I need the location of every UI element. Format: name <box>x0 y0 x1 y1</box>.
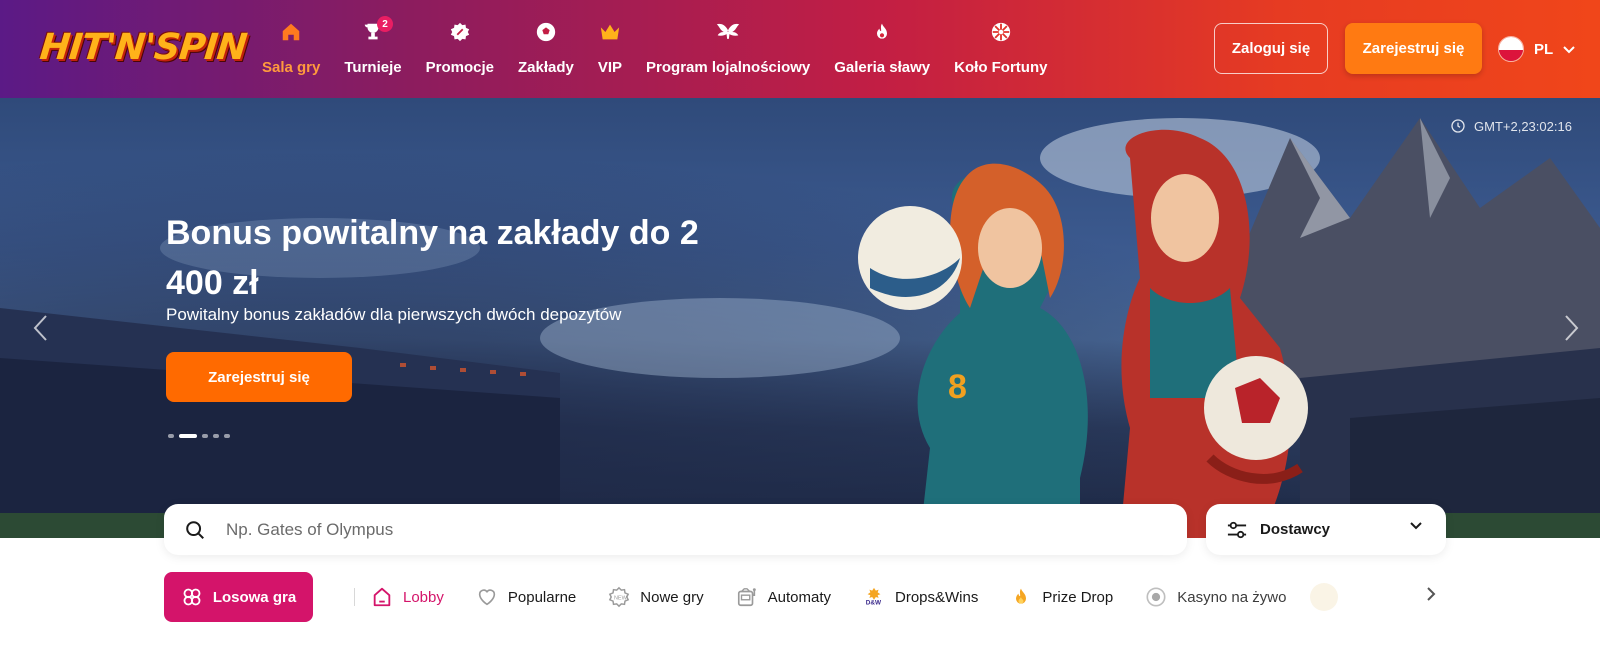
categories-next-arrow[interactable] <box>1426 586 1436 607</box>
slide-dot[interactable] <box>213 434 219 438</box>
flame-icon <box>1010 586 1032 608</box>
category-lobby[interactable]: Lobby <box>371 586 444 608</box>
category-label: Automaty <box>767 588 831 606</box>
providers-label: Dostawcy <box>1260 521 1331 538</box>
svg-text:8: 8 <box>948 368 967 406</box>
heart-icon <box>476 586 498 608</box>
chevron-right-icon <box>1427 587 1436 601</box>
slide-dot[interactable] <box>224 434 230 438</box>
divider <box>354 588 355 606</box>
nav-item-vip[interactable]: VIP <box>586 20 634 76</box>
register-button[interactable]: Zarejestruj się <box>1345 23 1482 74</box>
chevron-left-icon <box>33 315 47 341</box>
language-code: PL <box>1534 40 1554 58</box>
football-icon <box>534 20 558 44</box>
language-selector[interactable]: PL <box>1498 34 1575 64</box>
chevron-right-icon <box>1565 315 1579 341</box>
poland-flag-icon <box>1498 36 1524 62</box>
main-nav: Sala gry 2 Turnieje Promocje Zakłady VIP… <box>250 16 1059 76</box>
nav-item-kolo-fortuny[interactable]: Koło Fortuny <box>942 20 1059 76</box>
flame-icon <box>870 20 894 44</box>
nav-label: Turnieje <box>344 59 402 76</box>
drops-wins-icon: D&W <box>863 586 885 608</box>
category-label: Drops&Wins <box>895 588 979 606</box>
wheel-icon <box>989 20 1013 44</box>
site-logo[interactable]: HIT'N'SPIN <box>37 24 248 72</box>
new-badge-icon: NEW <box>608 586 630 608</box>
crown-icon <box>598 20 622 44</box>
nav-item-promocje[interactable]: Promocje <box>414 20 506 76</box>
category-drops-wins[interactable]: D&W Drops&Wins <box>863 586 978 608</box>
carousel-prev-arrow[interactable] <box>28 308 52 348</box>
partially-visible-category-icon <box>1310 583 1339 611</box>
slide-indicators <box>168 434 230 438</box>
nav-item-turnieje[interactable]: 2 Turnieje <box>332 16 413 76</box>
category-automaty[interactable]: Automaty <box>736 586 831 608</box>
svg-text:D&W: D&W <box>866 599 882 606</box>
nav-label: Sala gry <box>262 59 321 76</box>
nav-label: Promocje <box>425 59 494 76</box>
nav-label: Program lojalnościowy <box>646 59 811 76</box>
promo-icon <box>448 20 472 44</box>
category-bar: Losowa gra Lobby Popularne NEW Nowe gry … <box>164 572 1444 622</box>
hero-banner[interactable]: 8 GMT+2,23:02:16 Bonus powitalny na zakł… <box>0 98 1600 538</box>
slide-dot[interactable] <box>202 434 208 438</box>
random-game-label: Losowa gra <box>212 588 297 606</box>
game-search-bar[interactable] <box>164 504 1187 555</box>
home-outline-icon <box>371 586 393 608</box>
nav-label: Koło Fortuny <box>954 59 1048 76</box>
nav-item-zaklady[interactable]: Zakłady <box>506 20 586 76</box>
chevron-down-icon <box>1410 522 1422 530</box>
clock-text: GMT+2,23:02:16 <box>1474 118 1572 134</box>
category-label: Popularne <box>507 588 577 606</box>
category-label: Lobby <box>403 588 444 606</box>
live-record-icon <box>1145 586 1167 608</box>
hero-title: Bonus powitalny na zakłady do 2 400 zł <box>166 214 699 302</box>
search-input[interactable] <box>226 519 1126 540</box>
nav-label: Galeria sławy <box>834 59 931 76</box>
hero-register-button[interactable]: Zarejestruj się <box>166 352 352 402</box>
svg-text:NEW: NEW <box>614 595 628 601</box>
carousel-next-arrow[interactable] <box>1560 308 1584 348</box>
providers-dropdown[interactable]: Dostawcy <box>1206 504 1446 555</box>
random-game-button[interactable]: Losowa gra <box>164 572 313 622</box>
clock-icon <box>1451 119 1465 133</box>
nav-item-galeria-slawy[interactable]: Galeria sławy <box>822 20 942 76</box>
filter-sliders-icon <box>1227 521 1247 538</box>
hero-subtitle: Powitalny bonus zakładów dla pierwszych … <box>166 305 622 324</box>
top-header: HIT'N'SPIN Sala gry 2 Turnieje Promocje <box>0 0 1600 98</box>
clover-icon <box>183 588 201 606</box>
category-kasyno-na-zywo[interactable]: Kasyno na żywo <box>1145 586 1286 608</box>
nav-label: VIP <box>597 59 623 76</box>
category-popularne[interactable]: Popularne <box>476 586 576 608</box>
nav-item-sala-gry[interactable]: Sala gry <box>250 20 332 76</box>
nav-item-program-lojalnosciowy[interactable]: Program lojalnościowy <box>634 20 822 76</box>
server-clock: GMT+2,23:02:16 <box>1450 118 1572 134</box>
tournaments-badge: 2 <box>376 16 393 32</box>
category-label: Prize Drop <box>1042 588 1114 606</box>
nav-label: Zakłady <box>517 59 574 76</box>
slide-dot[interactable] <box>168 434 174 438</box>
category-label: Kasyno na żywo <box>1177 588 1287 606</box>
wings-icon <box>716 20 740 44</box>
login-button[interactable]: Zaloguj się <box>1214 23 1328 74</box>
slide-dot-active[interactable] <box>179 434 197 438</box>
chevron-down-icon <box>1563 41 1575 58</box>
category-label: Nowe gry <box>640 588 704 606</box>
home-icon <box>279 20 303 44</box>
slot-machine-icon <box>736 586 758 608</box>
category-prize-drop[interactable]: Prize Drop <box>1010 586 1113 608</box>
category-nowe-gry[interactable]: NEW Nowe gry <box>608 586 704 608</box>
search-icon <box>186 520 204 539</box>
